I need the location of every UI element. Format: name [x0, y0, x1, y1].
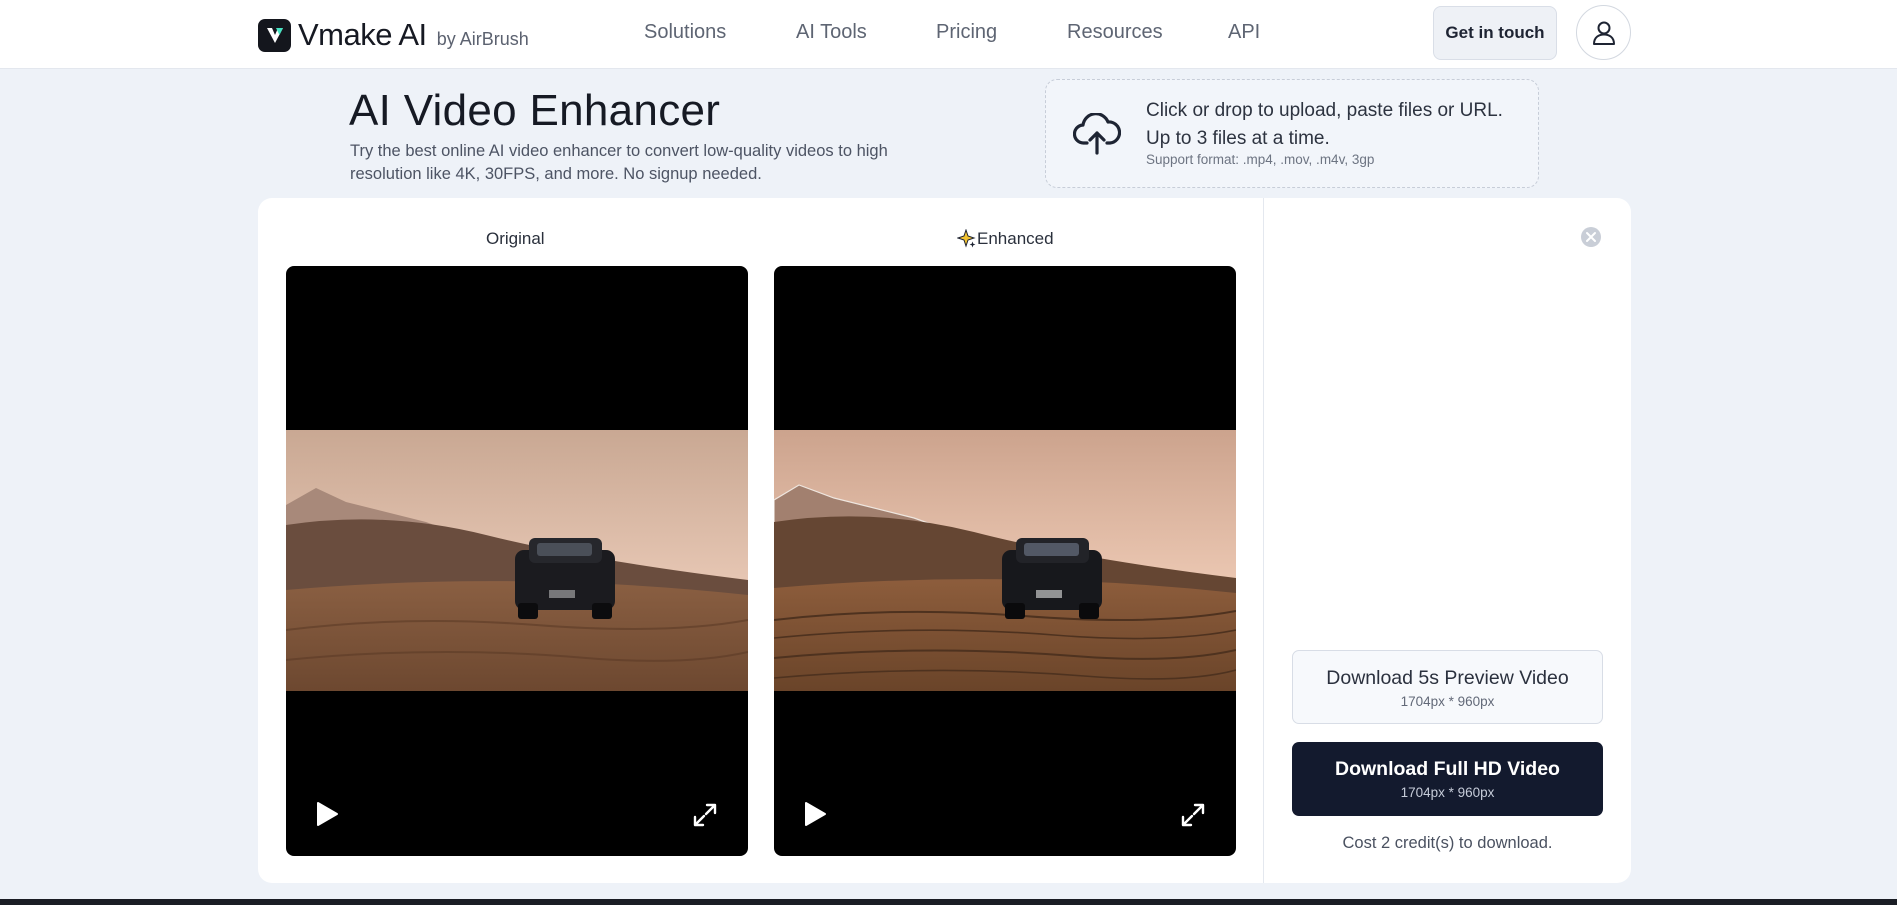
play-icon[interactable] — [802, 800, 828, 828]
brand-suffix: by AirBrush — [436, 28, 529, 49]
page-description: Try the best online AI video enhancer to… — [350, 142, 888, 183]
nav-ai-tools[interactable]: AI Tools — [796, 21, 867, 44]
upload-limit: Up to 3 files at a time. — [1146, 128, 1330, 149]
account-button[interactable] — [1576, 5, 1631, 60]
user-icon — [1592, 21, 1615, 45]
cloud-upload-icon — [1073, 113, 1121, 155]
nav-pricing[interactable]: Pricing — [936, 21, 997, 44]
page-title: AI Video Enhancer — [349, 86, 721, 135]
download-preview-label: Download 5s Preview Video — [1326, 667, 1569, 689]
upload-formats: Support format: .mp4, .mov, .m4v, 3gp — [1146, 152, 1375, 167]
get-in-touch-button[interactable]: Get in touch — [1433, 6, 1557, 60]
result-card: Original Enhanced Download 5s Preview Vi… — [258, 198, 1631, 883]
vmake-logo-icon — [258, 18, 291, 52]
download-cost-note: Cost 2 credit(s) to download. — [1342, 834, 1553, 852]
expand-icon[interactable] — [1180, 802, 1206, 828]
nav-api[interactable]: API — [1228, 21, 1260, 44]
expand-icon[interactable] — [692, 802, 718, 828]
brand-name: Vmake AI — [298, 17, 427, 52]
nav-resources[interactable]: Resources — [1067, 21, 1163, 44]
download-full-label: Download Full HD Video — [1335, 758, 1560, 780]
download-full-resolution: 1704px * 960px — [1400, 785, 1495, 800]
enhanced-label-group: Enhanced — [957, 229, 1054, 249]
panel-divider — [1263, 198, 1264, 883]
enhanced-video[interactable] — [774, 266, 1236, 856]
brand-logo[interactable]: Vmake AI by AirBrush — [258, 17, 529, 53]
sparkle-icon — [957, 229, 976, 248]
enhanced-label: Enhanced — [977, 229, 1054, 248]
download-preview-resolution: 1704px * 960px — [1400, 694, 1495, 709]
close-icon[interactable] — [1580, 226, 1602, 248]
bottom-bar — [0, 899, 1897, 905]
upload-instruction: Click or drop to upload, paste files or … — [1146, 100, 1503, 121]
nav-solutions[interactable]: Solutions — [644, 21, 726, 44]
original-video-frame — [286, 430, 748, 691]
play-icon[interactable] — [314, 800, 340, 828]
download-preview-button[interactable]: Download 5s Preview Video 1704px * 960px — [1292, 650, 1603, 724]
upload-dropzone[interactable]: Click or drop to upload, paste files or … — [1045, 79, 1539, 188]
top-header: Vmake AI by AirBrush Solutions AI Tools … — [0, 0, 1897, 69]
original-video[interactable] — [286, 266, 748, 856]
original-label: Original — [486, 229, 545, 248]
download-full-hd-button[interactable]: Download Full HD Video 1704px * 960px — [1292, 742, 1603, 816]
enhanced-video-frame — [774, 430, 1236, 691]
